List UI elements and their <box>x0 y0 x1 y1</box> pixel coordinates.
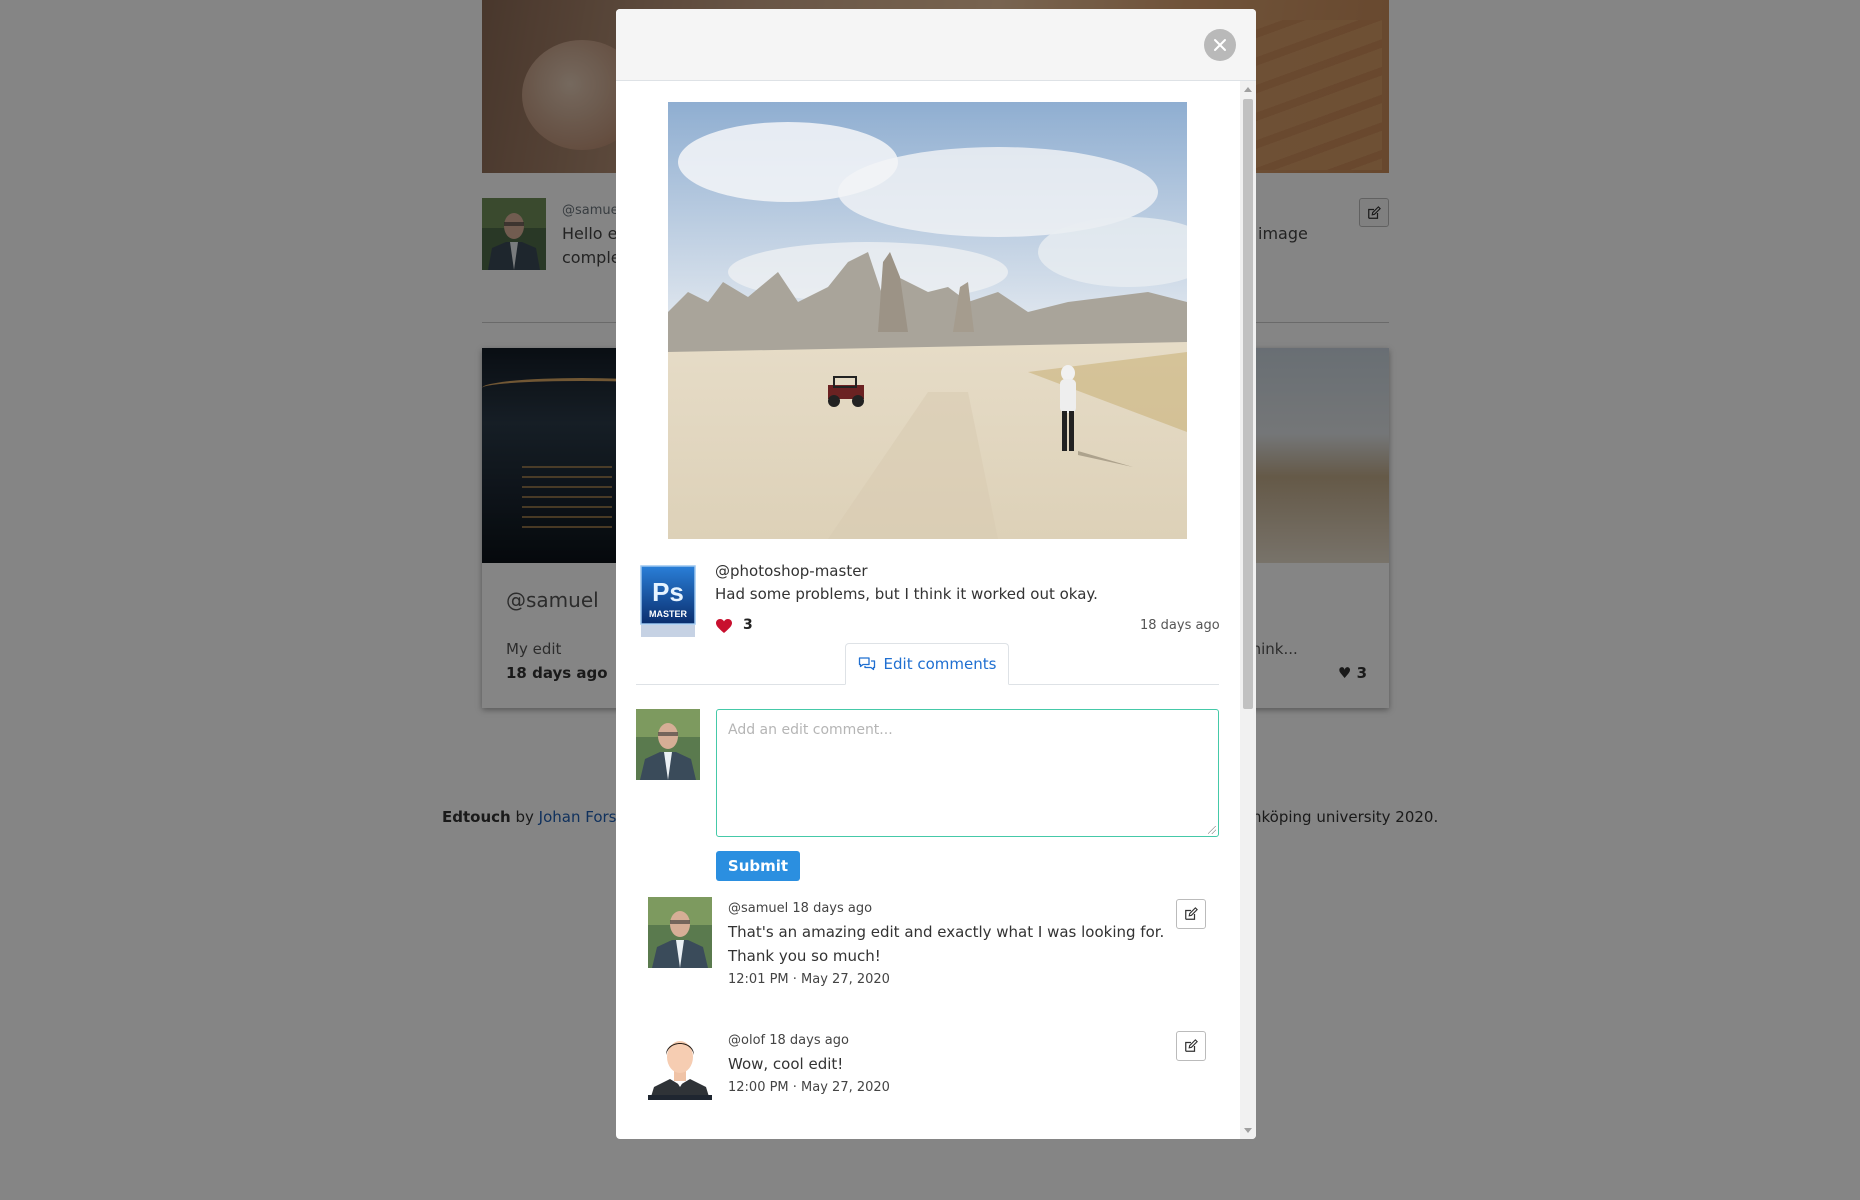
post-text: Had some problems, but I think it worked… <box>715 585 1098 603</box>
comments-icon <box>858 657 875 671</box>
close-button[interactable] <box>1204 29 1236 61</box>
comment-text: That's an amazing edit and exactly what … <box>728 923 1165 941</box>
modal-body: Ps MASTER @photoshop-master Had some pro… <box>616 81 1238 1139</box>
resize-handle[interactable] <box>1208 826 1216 834</box>
comment-handle[interactable]: @samuel <box>728 901 788 916</box>
avatar <box>648 897 712 968</box>
heart-icon[interactable] <box>715 618 733 634</box>
comment-input[interactable] <box>716 709 1219 837</box>
comment-date: 12:01 PM · May 27, 2020 <box>728 972 890 987</box>
comment-meta: @olof 18 days ago <box>728 1033 849 1048</box>
close-icon <box>1214 39 1226 51</box>
comment-handle[interactable]: @olof <box>728 1033 765 1048</box>
modal-header <box>616 9 1256 81</box>
edit-modal: Ps MASTER @photoshop-master Had some pro… <box>616 9 1256 1139</box>
photoshop-master-avatar: Ps MASTER <box>640 565 696 639</box>
modal-scrollbar[interactable] <box>1240 81 1256 1139</box>
comment-ago: 18 days ago <box>792 901 873 916</box>
submit-button[interactable]: Submit <box>716 851 800 881</box>
comment-item: @samuel 18 days ago That's an amazing ed… <box>648 897 1208 1007</box>
scroll-up-arrow[interactable] <box>1244 87 1252 92</box>
like-count: 3 <box>743 617 753 633</box>
edit-icon <box>1185 1039 1198 1052</box>
avatar <box>648 1029 712 1100</box>
avatar-text: Ps <box>652 577 684 607</box>
comment-date: 12:00 PM · May 27, 2020 <box>728 1080 890 1095</box>
comment-text: Wow, cool edit! <box>728 1055 844 1073</box>
edited-photo <box>668 102 1187 539</box>
scroll-down-arrow[interactable] <box>1244 1128 1252 1133</box>
post-time: 18 days ago <box>1140 618 1220 633</box>
comment-ago: 18 days ago <box>769 1033 849 1048</box>
comment-text: Thank you so much! <box>728 947 881 965</box>
edit-comment-button[interactable] <box>1176 899 1206 929</box>
avatar-sub: MASTER <box>649 609 688 619</box>
scroll-thumb[interactable] <box>1243 99 1253 709</box>
tab-label: Edit comments <box>883 655 997 673</box>
post-handle[interactable]: @photoshop-master <box>715 562 868 580</box>
edit-comment-button[interactable] <box>1176 1031 1206 1061</box>
comment-item: @olof 18 days ago Wow, cool edit! 12:00 … <box>648 1029 1208 1129</box>
tab-edit-comments[interactable]: Edit comments <box>845 643 1009 685</box>
comment-meta: @samuel 18 days ago <box>728 901 872 916</box>
edit-icon <box>1185 907 1198 920</box>
current-user-avatar <box>636 709 700 780</box>
